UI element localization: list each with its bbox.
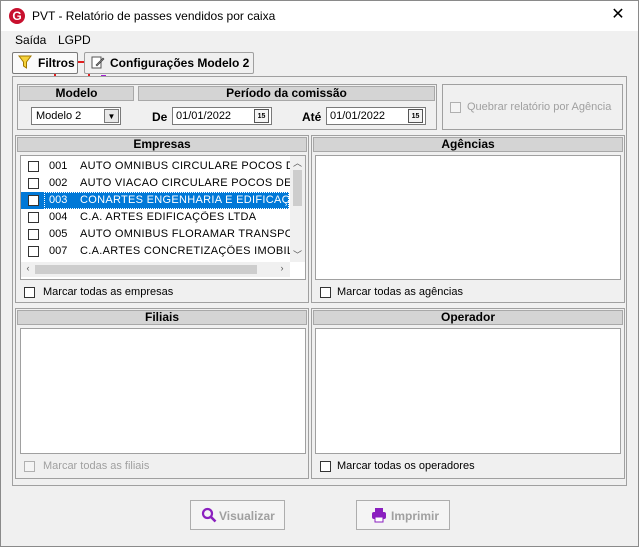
- edit-document-icon: [90, 55, 105, 75]
- operador-list[interactable]: [315, 328, 621, 454]
- mark-all-agencias-checkbox[interactable]: [320, 287, 331, 298]
- mark-all-empresas-checkbox[interactable]: [24, 287, 35, 298]
- tab-configuracoes[interactable]: Configurações Modelo 2: [84, 52, 254, 74]
- operador-group: Operador Marcar todas os operadores: [311, 308, 625, 479]
- agencias-group: Agências Marcar todas as agências: [311, 135, 625, 303]
- empresa-checkbox[interactable]: [28, 212, 39, 223]
- empresa-code: 001: [49, 160, 68, 172]
- list-item[interactable]: 007 C.A.ARTES CONCRETIZAÇÕES IMOBILIAF: [21, 243, 290, 260]
- scroll-left-icon[interactable]: ‹: [23, 263, 33, 273]
- title-bar: G PVT - Relatório de passes vendidos por…: [1, 1, 638, 31]
- periodo-header: Período da comissão: [138, 86, 435, 101]
- empresa-checkbox[interactable]: [28, 246, 39, 257]
- top-filter-group: Modelo Modelo 2 ▼ Período da comissão De…: [17, 84, 437, 130]
- imprimir-button[interactable]: Imprimir: [356, 500, 450, 530]
- empresa-checkbox[interactable]: [28, 178, 39, 189]
- funnel-icon: [18, 55, 32, 75]
- list-item[interactable]: 004 C.A. ARTES EDIFICAÇÕES LTDA: [21, 209, 289, 226]
- tab-configuracoes-label: Configurações Modelo 2: [110, 56, 250, 70]
- imprimir-label: Imprimir: [391, 509, 440, 523]
- quebrar-label: Quebrar relatório por Agência: [467, 101, 612, 113]
- quebrar-group: Quebrar relatório por Agência: [442, 84, 623, 130]
- filters-panel: Modelo Modelo 2 ▼ Período da comissão De…: [12, 76, 627, 486]
- empresas-group: Empresas 001 AUTO OMNIBUS CIRCULARE POCO…: [15, 135, 309, 303]
- empresa-name: C.A.ARTES CONCRETIZAÇÕES IMOBILIAF: [80, 245, 290, 257]
- empresa-name: AUTO OMNIBUS FLORAMAR TRANSPOR: [80, 228, 290, 240]
- vertical-scrollbar[interactable]: ︿ ﹀: [290, 156, 305, 262]
- empresa-name: AUTO VIACAO CIRCULARE POCOS DE CA: [80, 177, 290, 189]
- tab-filtros[interactable]: Filtros: [12, 52, 78, 74]
- empresa-checkbox[interactable]: [28, 161, 39, 172]
- operador-header: Operador: [313, 310, 623, 325]
- scroll-thumb[interactable]: [35, 265, 257, 274]
- list-item-selected[interactable]: 003 CONARTES ENGENHARIA E EDIFICAÇÕE: [21, 192, 290, 209]
- quebrar-checkbox[interactable]: [450, 102, 461, 113]
- calendar-icon[interactable]: 15: [408, 109, 423, 123]
- ate-label: Até: [302, 110, 322, 124]
- list-item[interactable]: 001 AUTO OMNIBUS CIRCULARE POCOS DE: [21, 158, 290, 175]
- mark-all-operadores-checkbox[interactable]: [320, 461, 331, 472]
- mark-all-filiais-label: Marcar todas as filiais: [43, 460, 150, 472]
- modelo-select-value: Modelo 2: [36, 110, 82, 122]
- list-item[interactable]: 005 AUTO OMNIBUS FLORAMAR TRANSPOR: [21, 226, 290, 243]
- tab-filtros-label: Filtros: [38, 56, 75, 70]
- empresa-code: 005: [49, 228, 68, 240]
- visualizar-label: Visualizar: [219, 509, 275, 523]
- de-label: De: [152, 110, 168, 124]
- filiais-header: Filiais: [17, 310, 307, 325]
- empresas-header: Empresas: [17, 137, 307, 152]
- empresa-checkbox[interactable]: [28, 195, 39, 206]
- close-button[interactable]: ✕: [608, 4, 628, 26]
- report-window: G PVT - Relatório de passes vendidos por…: [0, 0, 639, 547]
- menu-bar: Saída LGPD: [1, 31, 638, 78]
- window-title: PVT - Relatório de passes vendidos por c…: [32, 9, 276, 23]
- date-to-value: 01/01/2022: [330, 110, 386, 122]
- empresas-list[interactable]: 001 AUTO OMNIBUS CIRCULARE POCOS DE 002 …: [20, 155, 306, 280]
- list-item[interactable]: 002 AUTO VIACAO CIRCULARE POCOS DE CA: [21, 175, 290, 192]
- empresa-code: 007: [49, 245, 68, 257]
- date-to-field[interactable]: 01/01/2022 15: [326, 107, 426, 125]
- agencias-list[interactable]: [315, 155, 621, 280]
- mark-all-agencias-label: Marcar todas as agências: [337, 286, 463, 298]
- agencias-header: Agências: [313, 137, 623, 152]
- empresa-name: CONARTES ENGENHARIA E EDIFICAÇÕE: [80, 194, 290, 206]
- date-from-field[interactable]: 01/01/2022 15: [172, 107, 272, 125]
- empresa-code: 004: [49, 211, 68, 223]
- chevron-down-icon[interactable]: ▼: [104, 109, 119, 123]
- menu-lgpd[interactable]: LGPD: [58, 33, 91, 47]
- calendar-icon[interactable]: 15: [254, 109, 269, 123]
- modelo-select[interactable]: Modelo 2 ▼: [31, 107, 121, 125]
- scroll-up-icon[interactable]: ︿: [290, 156, 305, 169]
- modelo-header: Modelo: [19, 86, 134, 101]
- scroll-thumb[interactable]: [293, 170, 302, 206]
- empresa-checkbox[interactable]: [28, 229, 39, 240]
- date-from-value: 01/01/2022: [176, 110, 232, 122]
- horizontal-scrollbar[interactable]: ‹ ›: [21, 262, 290, 277]
- empresa-code: 003: [49, 194, 68, 206]
- empresa-code: 002: [49, 177, 68, 189]
- mark-all-operadores-label: Marcar todas os operadores: [337, 460, 475, 472]
- menu-saida[interactable]: Saída: [15, 33, 46, 47]
- mark-all-empresas-label: Marcar todas as empresas: [43, 286, 174, 298]
- search-icon: [201, 507, 217, 526]
- scroll-right-icon[interactable]: ›: [277, 263, 287, 273]
- empresa-name: AUTO OMNIBUS CIRCULARE POCOS DE: [80, 160, 290, 172]
- scroll-down-icon[interactable]: ﹀: [290, 248, 305, 261]
- printer-icon: [371, 507, 387, 526]
- empresa-name: C.A. ARTES EDIFICAÇÕES LTDA: [80, 211, 257, 223]
- filiais-list[interactable]: [20, 328, 306, 454]
- visualizar-button[interactable]: Visualizar: [190, 500, 285, 530]
- mark-all-filiais-checkbox[interactable]: [24, 461, 35, 472]
- app-logo-icon: G: [9, 8, 25, 24]
- filiais-group: Filiais Marcar todas as filiais: [15, 308, 309, 479]
